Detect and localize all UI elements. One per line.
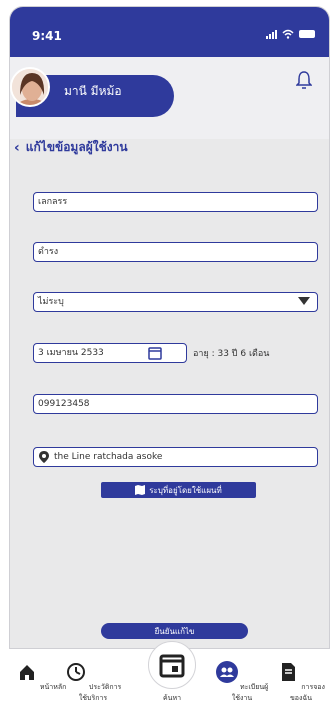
bell-icon[interactable] (296, 70, 312, 90)
status-time: 9:41 (32, 29, 62, 43)
history-icon (66, 663, 85, 681)
calendar-nav-icon (159, 654, 185, 678)
nav-registry-label: ทะเบียนผู้ใช้งาน (231, 683, 269, 702)
lastname-field[interactable]: ดำรง (33, 242, 318, 262)
map-icon (135, 485, 146, 495)
nav-home[interactable]: หน้าหลัก (11, 661, 71, 693)
home-icon (15, 661, 38, 683)
age-label: อายุ : 33 ปี 6 เดือน (193, 349, 270, 359)
birthdate-field[interactable]: 3 เมษายน 2533 (33, 343, 187, 363)
confirm-edit-button[interactable]: ยืนยันแก้ไข (101, 623, 248, 639)
address-field[interactable]: the Line ratchada asoke (33, 447, 318, 467)
bottom-nav: หน้าหลัก ประวัติการใช้บริการ ค้นหา ทะเบี… (9, 641, 331, 718)
status-bar: 9:41 (10, 7, 329, 57)
header (10, 57, 329, 139)
page-title: ‹ แก้ไขข้อมูลผู้ใช้งาน (14, 138, 128, 157)
nav-search-label: ค้นหา (162, 694, 181, 702)
dropdown-arrow-icon (298, 297, 310, 305)
back-chevron-icon[interactable]: ‹ (14, 140, 20, 156)
location-pin-icon (39, 451, 49, 463)
gender-value: ไม่ระบุ (38, 297, 64, 307)
nav-search[interactable] (148, 641, 196, 689)
firstname-field[interactable]: เลกลรร (33, 192, 318, 212)
nav-orders-label: การจองของฉัน (290, 683, 325, 702)
nav-orders[interactable]: การจองของฉัน (271, 661, 331, 704)
users-icon (215, 661, 238, 683)
phone-field[interactable]: 099123458 (33, 394, 318, 414)
signal-icon (266, 29, 277, 39)
user-name: มานี มีหม้อ (64, 84, 122, 98)
gender-select[interactable]: ไม่ระบุ (33, 292, 318, 312)
nav-history-label: ประวัติการใช้บริการ (78, 683, 122, 702)
nav-history[interactable]: ประวัติการใช้บริการ (63, 661, 123, 704)
wifi-icon (282, 29, 294, 39)
document-icon (282, 663, 296, 681)
page-title-text: แก้ไขข้อมูลผู้ใช้งาน (25, 140, 128, 154)
nav-registry[interactable]: ทะเบียนผู้ใช้งาน (212, 661, 272, 704)
status-icons (266, 29, 315, 39)
calendar-icon[interactable] (148, 346, 162, 360)
avatar[interactable] (10, 67, 50, 107)
map-button-label: ระบุที่อยู่โดยใช้แผนที่ (149, 485, 222, 495)
map-location-button[interactable]: ระบุที่อยู่โดยใช้แผนที่ (101, 482, 256, 498)
battery-icon (299, 30, 315, 38)
